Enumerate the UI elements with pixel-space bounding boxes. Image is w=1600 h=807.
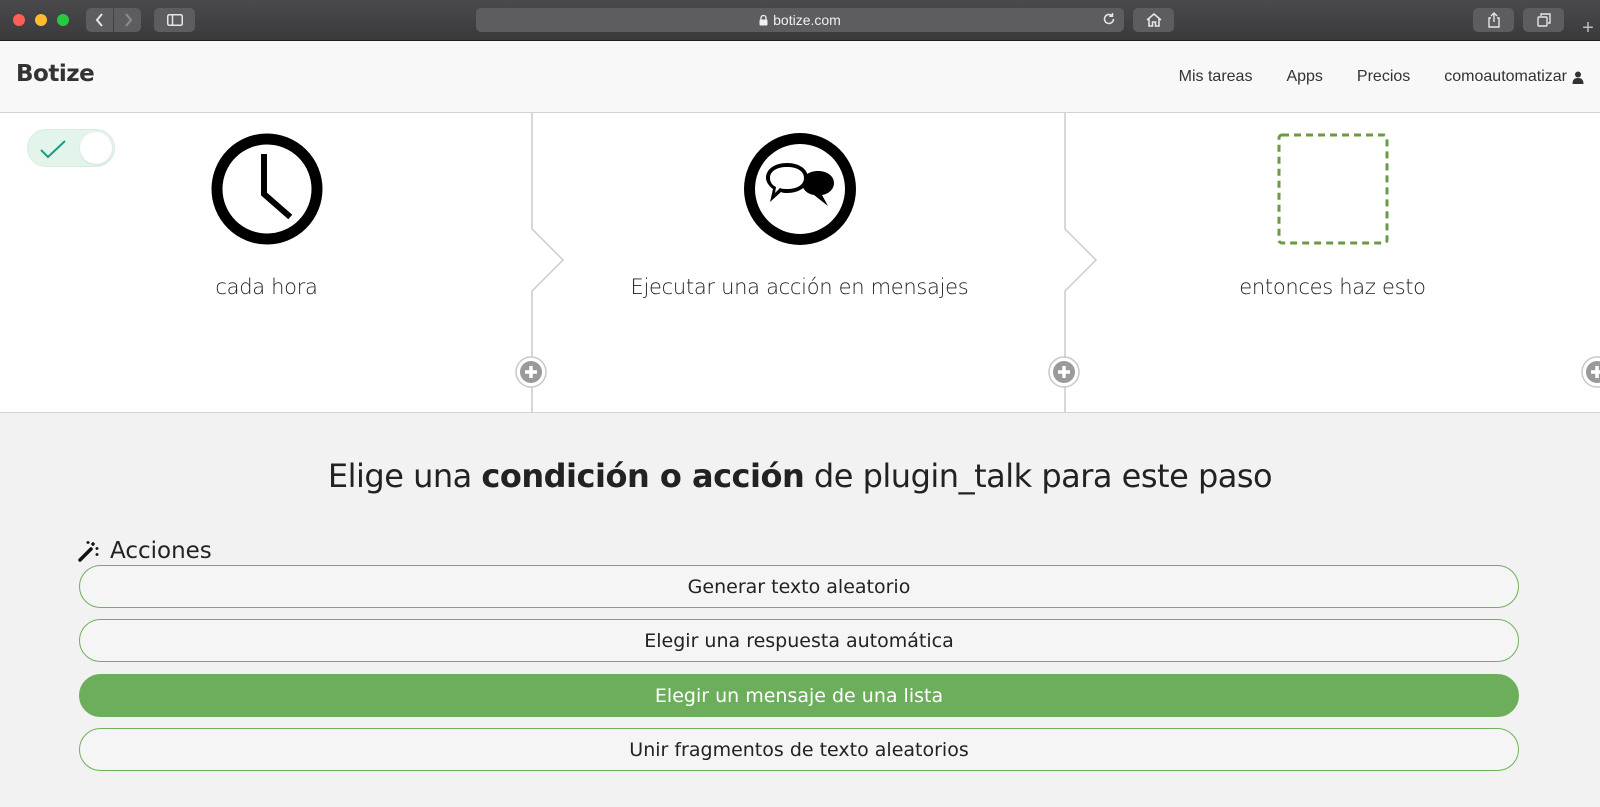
title-post: de plugin_talk para este paso	[804, 457, 1273, 495]
section-title: Acciones	[110, 538, 212, 564]
chooser-title: Elige una condición o acción de plugin_t…	[0, 457, 1600, 495]
brand-logo[interactable]: Botize	[16, 61, 95, 87]
chat-bubbles-icon	[743, 133, 856, 245]
empty-slot-icon	[1277, 133, 1389, 245]
share-button[interactable]	[1473, 8, 1514, 32]
forward-icon	[124, 13, 132, 27]
step-empty-slot[interactable]: entonces haz esto	[1066, 113, 1599, 412]
task-steps: cada hora Ejecutar una acción en mensaje…	[0, 113, 1600, 413]
nav-links: Mis tareas Apps Precios comoautomatizar	[1145, 41, 1584, 113]
action-option-generar-texto[interactable]: Generar texto aleatorio	[79, 565, 1519, 608]
plus-icon: +	[1582, 17, 1594, 39]
step-label: Ejecutar una acción en mensajes	[630, 275, 969, 299]
add-step-button[interactable]	[1048, 356, 1080, 388]
actions-section-header: Acciones	[78, 538, 212, 564]
user-name: comoautomatizar	[1444, 68, 1567, 85]
close-window-button[interactable]	[13, 14, 25, 26]
tabs-icon	[1536, 13, 1551, 27]
add-step-button[interactable]	[515, 356, 547, 388]
tabs-overview-button[interactable]	[1523, 8, 1564, 32]
nav-link-precios[interactable]: Precios	[1357, 68, 1410, 86]
zoom-window-button[interactable]	[57, 14, 69, 26]
browser-toolbar: botize.com +	[0, 0, 1600, 41]
sidebar-icon	[166, 14, 183, 26]
step-label: entonces haz esto	[1239, 275, 1426, 299]
step-action-messages[interactable]: Ejecutar una acción en mensajes	[533, 113, 1066, 412]
user-icon	[1572, 71, 1584, 84]
action-option-mensaje-lista[interactable]: Elegir un mensaje de una lista	[79, 674, 1519, 717]
magic-wand-icon	[78, 540, 100, 562]
forward-button[interactable]	[114, 8, 141, 32]
action-option-respuesta-automatica[interactable]: Elegir una respuesta automática	[79, 619, 1519, 662]
clock-icon	[211, 133, 323, 245]
lock-icon	[759, 14, 768, 26]
share-icon	[1487, 12, 1500, 28]
step-trigger[interactable]: cada hora	[0, 113, 533, 412]
nav-link-mis-tareas[interactable]: Mis tareas	[1179, 68, 1253, 86]
reload-icon[interactable]	[1102, 12, 1116, 26]
url-text: botize.com	[773, 12, 841, 28]
home-icon	[1145, 13, 1162, 27]
minimize-window-button[interactable]	[35, 14, 47, 26]
add-step-button[interactable]	[1581, 356, 1600, 388]
home-button[interactable]	[1133, 8, 1174, 32]
site-navbar: Botize Mis tareas Apps Precios comoautom…	[0, 41, 1600, 113]
new-tab-button[interactable]: +	[1576, 16, 1600, 41]
title-bold: condición o acción	[481, 457, 805, 495]
back-icon	[95, 13, 103, 27]
nav-link-apps[interactable]: Apps	[1286, 68, 1322, 86]
user-menu[interactable]: comoautomatizar	[1444, 68, 1584, 86]
action-option-unir-fragmentos[interactable]: Unir fragmentos de texto aleatorios	[79, 728, 1519, 771]
sidebar-toggle-button[interactable]	[154, 8, 195, 32]
step-label: cada hora	[215, 275, 318, 299]
back-button[interactable]	[86, 8, 113, 32]
title-pre: Elige una	[327, 457, 482, 495]
address-bar[interactable]: botize.com	[476, 8, 1124, 32]
